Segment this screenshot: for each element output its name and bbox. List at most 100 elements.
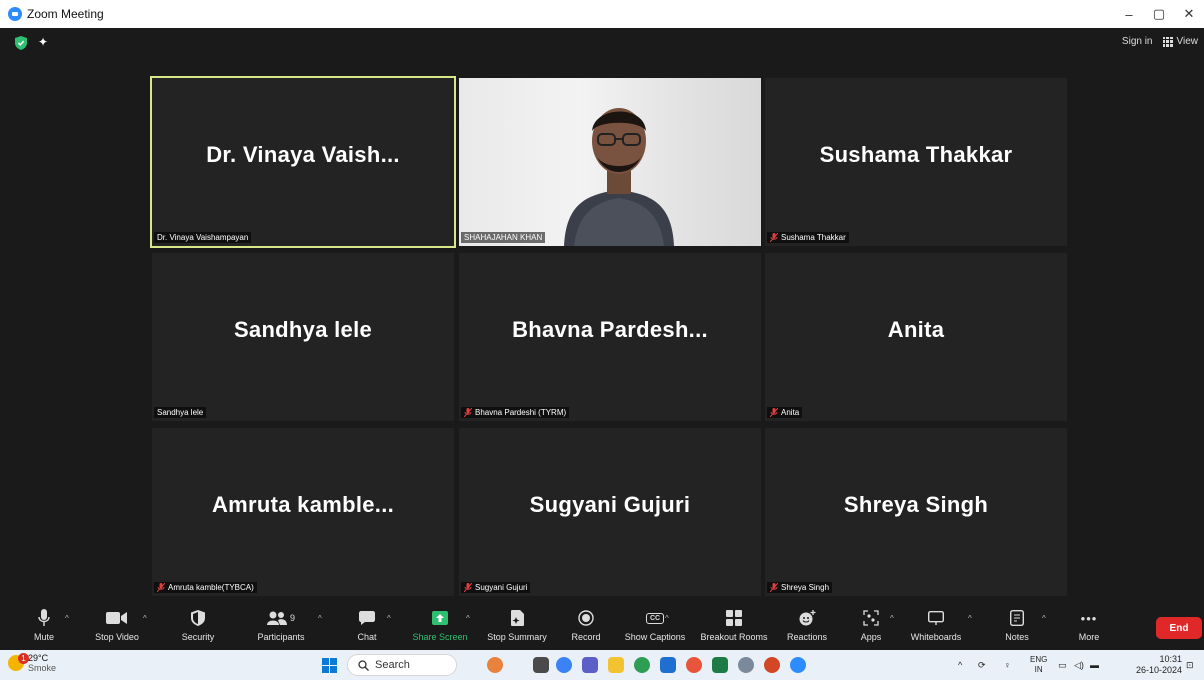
settings-gear-icon[interactable] (738, 657, 754, 673)
participant-display-name: Anita (887, 317, 945, 342)
system-clock[interactable]: 10:31 26-10-2024 (1136, 654, 1182, 676)
notes-icon (1010, 610, 1024, 626)
share-screen-button[interactable]: Share Screen (410, 606, 470, 650)
volume-icon[interactable]: ◁) (1074, 650, 1084, 680)
apps-button[interactable]: Apps (856, 606, 886, 650)
whiteboard-icon (928, 611, 944, 625)
chat-button[interactable]: Chat (350, 606, 384, 650)
windows-start-icon[interactable] (322, 658, 337, 673)
muted-mic-icon (464, 583, 472, 592)
teams-icon[interactable] (582, 657, 598, 673)
participant-name-label: Sandhya lele (154, 407, 207, 418)
view-label: View (1176, 36, 1199, 47)
video-tile[interactable]: Amruta kamble... Amruta kamble(TYBCA) (152, 428, 454, 596)
microphone-icon (38, 609, 50, 626)
apps-label: Apps (860, 632, 882, 642)
muted-mic-icon (157, 583, 165, 592)
participant-name-label: Sugyani Gujuri (461, 582, 531, 593)
participant-name: Amruta kamble(TYBCA) (168, 583, 254, 592)
mute-button[interactable]: Mute (28, 606, 60, 650)
captions-options-chevron-icon[interactable]: ^ (665, 614, 669, 623)
notes-options-chevron-icon[interactable]: ^ (1042, 614, 1046, 623)
participant-name: Sushama Thakkar (781, 233, 846, 242)
weather-widget[interactable]: 1 29°C Smoke (8, 653, 56, 673)
security-shield-icon (191, 610, 205, 626)
stop-summary-button[interactable]: Stop Summary (484, 606, 550, 650)
stop-video-label: Stop Video (95, 632, 139, 642)
language-indicator[interactable]: ENG IN (1030, 650, 1047, 680)
captions-cc-icon: CC (645, 612, 665, 624)
windows-taskbar: 1 29°C Smoke Search ^ ⟳ ♀ ENG IN ▭ ◁) ▬ 1… (0, 650, 1204, 680)
video-tile[interactable]: SHAHAJAHAN KHAN (459, 78, 761, 246)
microphone-tray-icon[interactable]: ♀ (1004, 650, 1011, 680)
video-options-chevron-icon[interactable]: ^ (143, 614, 147, 623)
copilot-icon[interactable] (556, 657, 572, 673)
weather-temperature: 29°C (28, 653, 49, 663)
file-explorer-icon[interactable] (608, 657, 624, 673)
end-meeting-button[interactable]: End (1156, 617, 1202, 639)
search-placeholder: Search (375, 659, 410, 671)
participants-button[interactable]: 9 Participants (253, 606, 309, 650)
network-icon[interactable]: ▭ (1058, 650, 1067, 680)
breakout-rooms-button[interactable]: Breakout Rooms (698, 606, 770, 650)
record-button[interactable]: Record (568, 606, 604, 650)
notifications-icon[interactable]: ⊡ (1186, 650, 1194, 680)
whiteboards-button[interactable]: Whiteboards (904, 606, 968, 650)
participants-count: 9 (289, 613, 295, 623)
stop-video-button[interactable]: Stop Video (90, 606, 144, 650)
participant-name: Bhavna Pardeshi (TYRM) (475, 408, 567, 417)
participant-name: Shreya Singh (781, 583, 830, 592)
excel-icon[interactable] (712, 657, 728, 673)
sign-in-link[interactable]: Sign in (1122, 36, 1153, 47)
participant-display-name: Sandhya lele (233, 317, 373, 342)
security-button[interactable]: Security (176, 606, 220, 650)
view-button[interactable]: View (1162, 36, 1199, 47)
participant-name-label: Anita (767, 407, 803, 418)
notes-button[interactable]: Notes (1002, 606, 1032, 650)
powerpoint-icon[interactable] (764, 657, 780, 673)
onedrive-sync-icon[interactable]: ⟳ (978, 650, 986, 680)
audio-options-chevron-icon[interactable]: ^ (65, 614, 69, 623)
chrome-icon[interactable] (634, 657, 650, 673)
video-tile[interactable]: Shreya Singh Shreya Singh (765, 428, 1067, 596)
participants-options-chevron-icon[interactable]: ^ (318, 614, 322, 623)
chat-options-chevron-icon[interactable]: ^ (387, 614, 391, 623)
share-screen-label: Share Screen (412, 632, 468, 642)
video-tile[interactable]: Anita Anita (765, 253, 1067, 421)
show-hidden-icons-chevron-icon[interactable]: ^ (958, 650, 962, 680)
participant-name-label: Sushama Thakkar (767, 232, 849, 243)
widget-app-icon[interactable] (487, 657, 503, 673)
store-icon[interactable] (660, 657, 676, 673)
close-button[interactable]: ✕ (1174, 0, 1204, 28)
ai-companion-icon[interactable]: ✦ (38, 36, 50, 48)
language-code: ENG (1030, 655, 1048, 664)
breakout-rooms-label: Breakout Rooms (700, 632, 768, 642)
minimize-button[interactable]: – (1114, 0, 1144, 28)
zoom-app-icon[interactable] (790, 657, 806, 673)
video-tile[interactable]: Sushama Thakkar Sushama Thakkar (765, 78, 1067, 246)
more-button[interactable]: ••• More (1074, 606, 1104, 650)
reactions-button[interactable]: Reactions (785, 606, 829, 650)
window-title: Zoom Meeting (27, 7, 104, 21)
muted-mic-icon (770, 408, 778, 417)
show-captions-button[interactable]: CC Show Captions (622, 606, 688, 650)
video-tile[interactable]: Dr. Vinaya Vaish... Dr. Vinaya Vaishampa… (150, 76, 456, 248)
taskbar-search[interactable]: Search (347, 654, 457, 676)
video-tile[interactable]: Sandhya lele Sandhya lele (152, 253, 454, 421)
restore-button[interactable]: ▢ (1144, 0, 1174, 28)
whiteboard-options-chevron-icon[interactable]: ^ (968, 614, 972, 623)
firefox-icon[interactable] (686, 657, 702, 673)
encryption-shield-icon[interactable] (15, 36, 27, 50)
notes-label: Notes (1005, 632, 1029, 642)
video-tile[interactable]: Bhavna Pardesh... Bhavna Pardeshi (TYRM) (459, 253, 761, 421)
show-captions-label: Show Captions (624, 632, 686, 642)
clock-date: 26-10-2024 (1135, 665, 1182, 675)
battery-icon[interactable]: ▬ (1090, 650, 1099, 680)
task-view-icon[interactable] (533, 657, 549, 673)
participant-video-image (564, 108, 674, 246)
participant-name-label: Dr. Vinaya Vaishampayan (154, 232, 252, 243)
muted-mic-icon (770, 583, 778, 592)
share-options-chevron-icon[interactable]: ^ (466, 614, 470, 623)
video-tile[interactable]: Sugyani Gujuri Sugyani Gujuri (459, 428, 761, 596)
apps-options-chevron-icon[interactable]: ^ (890, 614, 894, 623)
